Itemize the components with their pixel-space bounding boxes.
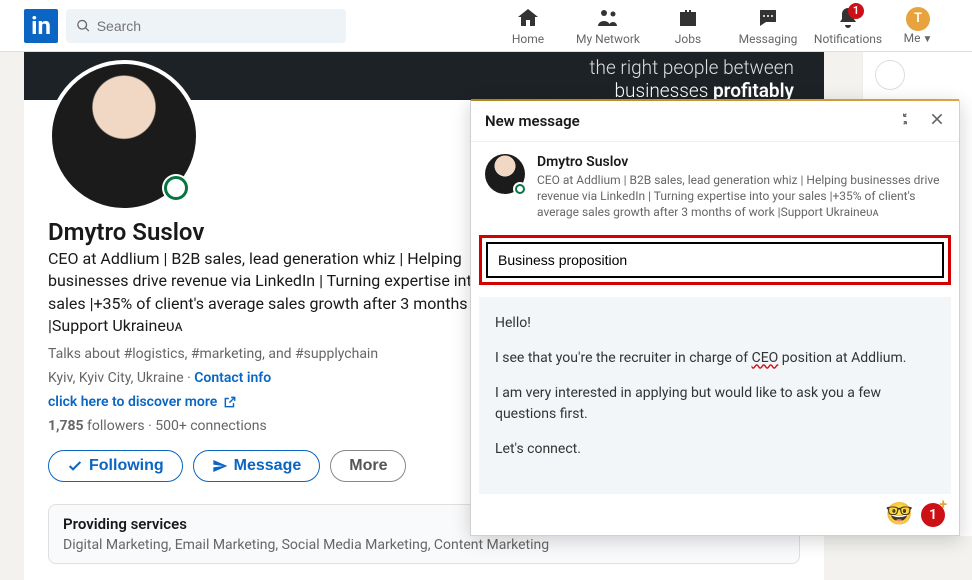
following-button[interactable]: Following	[48, 450, 183, 482]
send-icon	[212, 458, 228, 474]
search-box[interactable]	[66, 9, 346, 43]
recipient-headline: CEO at Addlium | B2B sales, lead generat…	[537, 172, 945, 221]
close-icon[interactable]	[929, 111, 945, 131]
profile-avatar[interactable]	[48, 60, 200, 212]
briefcase-icon	[676, 6, 700, 30]
chevron-down-icon: ▼	[922, 34, 932, 45]
body-paragraph: I am very interested in applying but wou…	[495, 383, 935, 425]
nav-network[interactable]: My Network	[568, 0, 648, 52]
body-paragraph: I see that you're the recruiter in charg…	[495, 348, 935, 369]
nav-notifications-label: Notifications	[814, 32, 882, 46]
nav-me[interactable]: T Me▼	[888, 0, 948, 52]
body-closing: Let's connect.	[495, 439, 935, 460]
services-list: Digital Marketing, Email Marketing, Soci…	[63, 537, 785, 553]
nav-me-label: Me▼	[904, 31, 933, 45]
modal-footer: 🤓 1	[471, 494, 959, 535]
messaging-icon	[756, 6, 780, 30]
contact-info-link[interactable]: Contact info	[194, 370, 271, 386]
nav-jobs-label: Jobs	[675, 32, 701, 46]
home-icon	[516, 6, 540, 30]
nav-home-label: Home	[512, 32, 544, 46]
banner-line1: the right people between	[589, 56, 794, 79]
search-input[interactable]	[97, 18, 336, 34]
main-nav: Home My Network Jobs Messaging 1 Notific…	[488, 0, 948, 52]
subject-highlight-box	[479, 235, 951, 285]
emoji-icon[interactable]: 🤓	[886, 502, 913, 527]
message-body-input[interactable]: Hello! I see that you're the recruiter i…	[479, 297, 951, 494]
check-icon	[67, 458, 83, 474]
more-button[interactable]: More	[330, 450, 406, 482]
banner-line2: businesses profitably	[589, 79, 794, 100]
company-logo-small	[875, 60, 905, 90]
modal-header: New message	[471, 101, 959, 142]
presence-indicator	[162, 174, 190, 202]
minimize-icon[interactable]	[897, 111, 913, 131]
linkedin-logo[interactable]: in	[24, 9, 58, 43]
profile-headline: CEO at Addlium | B2B sales, lead generat…	[48, 248, 528, 338]
recipient-avatar	[485, 154, 525, 194]
nav-jobs[interactable]: Jobs	[648, 0, 728, 52]
reaction-count-badge[interactable]: 1	[921, 503, 945, 527]
body-greeting: Hello!	[495, 313, 935, 334]
nav-network-label: My Network	[576, 32, 640, 46]
presence-indicator	[513, 182, 527, 196]
external-link-icon	[223, 395, 237, 409]
search-icon	[76, 18, 91, 34]
nav-messaging[interactable]: Messaging	[728, 0, 808, 52]
notification-badge: 1	[848, 3, 864, 19]
global-header: in Home My Network Jobs Messaging 1 Noti…	[0, 0, 972, 52]
message-button[interactable]: Message	[193, 450, 321, 482]
modal-title: New message	[485, 112, 580, 130]
new-message-modal: New message Dmytro Suslov CEO at Addlium…	[470, 100, 960, 536]
nav-notifications[interactable]: 1 Notifications	[808, 0, 888, 52]
me-avatar: T	[906, 7, 930, 31]
network-icon	[596, 6, 620, 30]
recipient-row: Dmytro Suslov CEO at Addlium | B2B sales…	[471, 142, 959, 231]
nav-messaging-label: Messaging	[739, 32, 798, 46]
subject-input[interactable]	[486, 242, 944, 278]
nav-home[interactable]: Home	[488, 0, 568, 52]
recipient-name: Dmytro Suslov	[537, 154, 945, 170]
